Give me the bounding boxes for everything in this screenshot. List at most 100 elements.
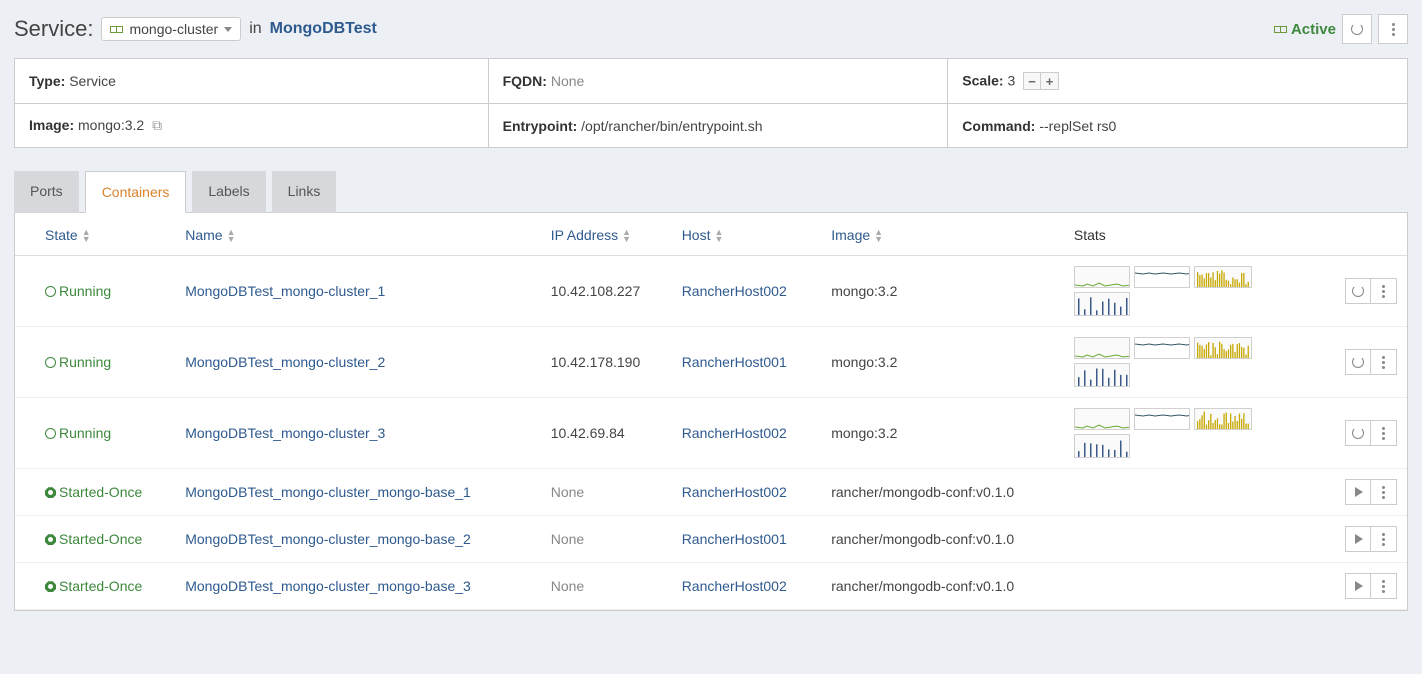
copy-icon[interactable]: ⧉ — [152, 117, 162, 133]
row-menu-button[interactable] — [1371, 349, 1397, 375]
menu-dots-icon — [1382, 486, 1385, 499]
type-value: Service — [69, 73, 116, 89]
service-icon — [110, 23, 123, 36]
refresh-icon — [1352, 356, 1364, 368]
col-image[interactable]: Image▲▼ — [821, 213, 1064, 256]
entrypoint-value: /opt/rancher/bin/entrypoint.sh — [581, 118, 762, 134]
container-image: mongo:3.2 — [831, 283, 897, 299]
play-icon — [1355, 534, 1363, 544]
container-name-link[interactable]: MongoDBTest_mongo-cluster_mongo-base_1 — [185, 484, 471, 500]
row-action-button[interactable] — [1345, 479, 1371, 505]
scale-value: 3 — [1007, 73, 1015, 89]
state-running: Running — [45, 425, 111, 441]
state-started-once: Started-Once — [45, 578, 142, 594]
state-running: Running — [45, 354, 111, 370]
tab-containers[interactable]: Containers — [85, 171, 187, 213]
ip-address: 10.42.69.84 — [551, 425, 625, 441]
fqdn-label: FQDN: — [503, 73, 547, 89]
menu-dots-icon — [1382, 427, 1385, 440]
actions-menu-button[interactable] — [1378, 14, 1408, 44]
host-link[interactable]: RancherHost002 — [682, 425, 787, 441]
row-menu-button[interactable] — [1371, 479, 1397, 505]
command-value: --replSet rs0 — [1039, 118, 1116, 134]
col-name[interactable]: Name▲▼ — [175, 213, 540, 256]
ip-address: 10.42.108.227 — [551, 283, 641, 299]
col-ip[interactable]: IP Address▲▼ — [541, 213, 672, 256]
refresh-icon — [1352, 285, 1364, 297]
image-label: Image: — [29, 117, 74, 133]
row-action-button[interactable] — [1345, 420, 1371, 446]
service-select[interactable]: mongo-cluster — [101, 17, 241, 41]
stats-charts — [1074, 266, 1274, 316]
image-value: mongo:3.2 — [78, 117, 144, 133]
ip-none: None — [551, 484, 584, 500]
state-running: Running — [45, 283, 111, 299]
row-menu-button[interactable] — [1371, 573, 1397, 599]
menu-dots-icon — [1382, 533, 1385, 546]
ip-none: None — [551, 578, 584, 594]
play-icon — [1355, 581, 1363, 591]
row-action-button[interactable] — [1345, 349, 1371, 375]
in-label: in — [249, 20, 261, 38]
scale-down-button[interactable]: − — [1023, 72, 1041, 90]
host-link[interactable]: RancherHost002 — [682, 578, 787, 594]
col-host[interactable]: Host▲▼ — [672, 213, 822, 256]
service-heading-label: Service: — [14, 16, 93, 42]
host-link[interactable]: RancherHost001 — [682, 531, 787, 547]
table-row: Running MongoDBTest_mongo-cluster_1 10.4… — [15, 256, 1407, 327]
menu-dots-icon — [1382, 356, 1385, 369]
host-link[interactable]: RancherHost001 — [682, 354, 787, 370]
container-image: rancher/mongodb-conf:v0.1.0 — [831, 578, 1014, 594]
tab-labels[interactable]: Labels — [192, 171, 265, 213]
table-row: Running MongoDBTest_mongo-cluster_2 10.4… — [15, 327, 1407, 398]
service-info-table: Type: Service FQDN: None Scale: 3 −+ Ima… — [14, 58, 1408, 148]
row-menu-button[interactable] — [1371, 526, 1397, 552]
col-stats: Stats — [1064, 213, 1327, 256]
state-started-once: Started-Once — [45, 531, 142, 547]
ip-address: 10.42.178.190 — [551, 354, 641, 370]
command-label: Command: — [962, 118, 1035, 134]
row-menu-button[interactable] — [1371, 420, 1397, 446]
play-icon — [1355, 487, 1363, 497]
state-started-once: Started-Once — [45, 484, 142, 500]
host-link[interactable]: RancherHost002 — [682, 283, 787, 299]
container-name-link[interactable]: MongoDBTest_mongo-cluster_1 — [185, 283, 385, 299]
table-row: Started-Once MongoDBTest_mongo-cluster_m… — [15, 469, 1407, 516]
fqdn-value: None — [551, 73, 584, 89]
container-name-link[interactable]: MongoDBTest_mongo-cluster_2 — [185, 354, 385, 370]
menu-dots-icon — [1382, 580, 1385, 593]
container-name-link[interactable]: MongoDBTest_mongo-cluster_mongo-base_3 — [185, 578, 471, 594]
row-action-button[interactable] — [1345, 526, 1371, 552]
refresh-icon — [1352, 427, 1364, 439]
table-row: Started-Once MongoDBTest_mongo-cluster_m… — [15, 516, 1407, 563]
container-image: mongo:3.2 — [831, 354, 897, 370]
menu-dots-icon — [1382, 285, 1385, 298]
menu-dots-icon — [1392, 23, 1395, 36]
container-image: mongo:3.2 — [831, 425, 897, 441]
scale-up-button[interactable]: + — [1041, 72, 1059, 90]
row-action-button[interactable] — [1345, 573, 1371, 599]
host-link[interactable]: RancherHost002 — [682, 484, 787, 500]
row-menu-button[interactable] — [1371, 278, 1397, 304]
table-row: Started-Once MongoDBTest_mongo-cluster_m… — [15, 563, 1407, 610]
container-image: rancher/mongodb-conf:v0.1.0 — [831, 531, 1014, 547]
container-image: rancher/mongodb-conf:v0.1.0 — [831, 484, 1014, 500]
stats-charts — [1074, 408, 1274, 458]
ip-none: None — [551, 531, 584, 547]
status-badge: Active — [1274, 21, 1336, 38]
tab-ports[interactable]: Ports — [14, 171, 79, 213]
containers-panel: State▲▼ Name▲▼ IP Address▲▼ Host▲▼ Image… — [14, 212, 1408, 611]
tab-links[interactable]: Links — [272, 171, 337, 213]
type-label: Type: — [29, 73, 65, 89]
col-state[interactable]: State▲▼ — [35, 213, 175, 256]
container-name-link[interactable]: MongoDBTest_mongo-cluster_mongo-base_2 — [185, 531, 471, 547]
row-action-button[interactable] — [1345, 278, 1371, 304]
stack-link[interactable]: MongoDBTest — [270, 20, 377, 38]
container-name-link[interactable]: MongoDBTest_mongo-cluster_3 — [185, 425, 385, 441]
entrypoint-label: Entrypoint: — [503, 118, 578, 134]
refresh-button[interactable] — [1342, 14, 1372, 44]
refresh-icon — [1351, 23, 1363, 35]
chevron-down-icon — [224, 27, 232, 32]
table-row: Running MongoDBTest_mongo-cluster_3 10.4… — [15, 398, 1407, 469]
service-name: mongo-cluster — [129, 21, 218, 37]
